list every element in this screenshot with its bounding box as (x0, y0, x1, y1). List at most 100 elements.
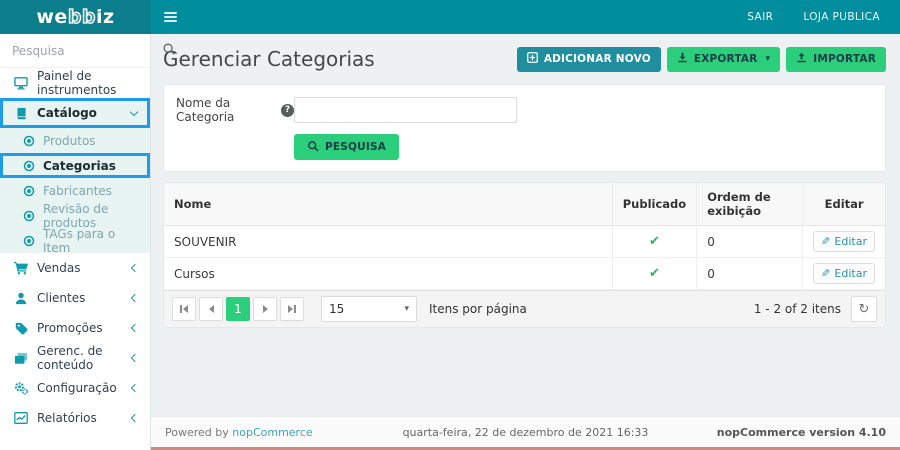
sidebar: Painel de instrumentos Catálogo Produtos… (0, 34, 151, 450)
footer: quarta-feira, 22 de dezembro de 2021 16:… (151, 416, 900, 447)
dot-circle-icon (22, 210, 35, 222)
dot-circle-icon (22, 135, 35, 147)
logo-text-iz: iz (96, 6, 115, 28)
edit-button[interactable]: ✎Editar (813, 231, 875, 252)
sidebar-item-configuracao[interactable]: Configuração (0, 373, 150, 403)
catalog-group: Catálogo Produtos Categorias Fabricantes (0, 98, 150, 253)
search-icon (162, 42, 176, 60)
sidebar-item-label: Catálogo (37, 106, 97, 120)
chevron-left-icon (131, 324, 139, 332)
sidebar-item-relatorios[interactable]: Relatórios (0, 403, 150, 433)
download-icon (677, 52, 688, 66)
chevron-left-icon (131, 354, 139, 362)
main-content: Gerenciar Categorias ADICIONAR NOVO EXPO… (151, 34, 900, 450)
search-label: PESQUISA (325, 141, 386, 153)
search-panel: Nome da Categoria ? PESQUISA (163, 84, 886, 172)
caret-down-icon[interactable]: ▾ (766, 54, 771, 64)
sidebar-item-promocoes[interactable]: Promoções (0, 313, 150, 343)
sidebar-item-categorias[interactable]: Categorias (0, 153, 150, 178)
cart-icon (13, 261, 29, 275)
top-bar: webbiz SAIR LOJA PUBLICA (0, 0, 900, 34)
col-header-editar[interactable]: Editar (803, 183, 885, 226)
refresh-button[interactable]: ↻ (851, 296, 877, 322)
hamburger-menu-icon[interactable] (151, 0, 177, 34)
add-new-label: ADICIONAR NOVO (544, 53, 651, 65)
nopcommerce-link[interactable]: nopCommerce (232, 426, 312, 439)
pencil-icon: ✎ (821, 235, 830, 248)
col-header-ordem[interactable]: Ordem de exibição (697, 183, 803, 226)
table-row: SOUVENIR ✔ 0 ✎Editar (164, 226, 885, 258)
plus-square-icon (527, 52, 538, 66)
top-nav: SAIR LOJA PUBLICA (747, 0, 900, 34)
sidebar-item-label: Revisão de produtos (43, 202, 140, 230)
sidebar-item-fabricantes[interactable]: Fabricantes (0, 178, 150, 203)
public-store-link[interactable]: LOJA PUBLICA (803, 11, 880, 23)
help-icon[interactable]: ? (281, 104, 294, 117)
sidebar-search-input[interactable] (12, 44, 162, 58)
sidebar-item-revisao-de-produtos[interactable]: Revisão de produtos (0, 203, 150, 228)
sidebar-item-clientes[interactable]: Clientes (0, 283, 150, 313)
content-stack-icon (13, 352, 29, 365)
category-name-input[interactable] (294, 97, 517, 123)
sidebar-item-label: Vendas (37, 261, 81, 275)
last-page-button[interactable] (280, 297, 304, 321)
sidebar-item-label: Clientes (37, 291, 85, 305)
logout-link[interactable]: SAIR (747, 11, 773, 23)
cell-display-order: 0 (697, 258, 803, 290)
cell-display-order: 0 (697, 226, 803, 258)
sidebar-item-label: Promoções (37, 321, 103, 335)
sidebar-item-label: Configuração (37, 381, 117, 395)
import-button[interactable]: IMPORTAR (786, 47, 886, 72)
dot-circle-icon (22, 160, 35, 172)
sidebar-item-label: Categorias (43, 159, 116, 173)
line-chart-icon (13, 412, 29, 424)
sidebar-item-label: Gerenc. de conteúdo (37, 344, 124, 372)
search-button[interactable]: PESQUISA (294, 134, 399, 160)
col-header-nome[interactable]: Nome (164, 183, 612, 226)
pencil-icon: ✎ (821, 267, 830, 280)
caret-down-icon: ▾ (404, 304, 409, 314)
items-per-page-label: Itens por página (429, 302, 527, 316)
previous-page-button[interactable] (199, 297, 223, 321)
edit-button[interactable]: ✎Editar (813, 263, 875, 284)
first-page-button[interactable] (172, 297, 196, 321)
published-check-icon: ✔ (612, 226, 696, 258)
published-check-icon: ✔ (612, 258, 696, 290)
powered-by: Powered by nopCommerce (165, 426, 313, 439)
tag-icon (13, 322, 29, 335)
categories-table-panel: Nome Publicado Ordem de exibição Editar … (163, 182, 886, 328)
sidebar-item-label: Painel de instrumentos (37, 69, 140, 97)
sidebar-item-produtos[interactable]: Produtos (0, 128, 150, 153)
logo[interactable]: webbiz (0, 0, 151, 34)
category-name-label: Nome da Categoria ? (176, 96, 294, 124)
import-label: IMPORTAR (813, 53, 876, 65)
export-button[interactable]: EXPORTAR ▾ (667, 47, 780, 72)
sidebar-item-label: Fabricantes (43, 184, 112, 198)
sidebar-item-catalog[interactable]: Catálogo (0, 98, 150, 128)
dot-circle-icon (22, 235, 35, 247)
items-range-label: 1 - 2 of 2 itens (754, 302, 841, 316)
sidebar-item-vendas[interactable]: Vendas (0, 253, 150, 283)
chevron-left-icon (131, 264, 139, 272)
next-page-button[interactable] (253, 297, 277, 321)
table-header-row: Nome Publicado Ordem de exibição Editar (164, 183, 885, 226)
user-icon (13, 292, 29, 305)
page-1-button[interactable]: 1 (226, 297, 250, 321)
chevron-down-icon (130, 107, 138, 115)
page-size-select[interactable]: 15 ▾ (321, 296, 417, 322)
chevron-left-icon (131, 414, 139, 422)
sidebar-item-label: Produtos (43, 134, 96, 148)
pagination-bar: 1 15 ▾ Itens por página 1 - 2 of 2 itens… (164, 290, 885, 327)
col-header-publicado[interactable]: Publicado (612, 183, 696, 226)
sidebar-item-dashboard[interactable]: Painel de instrumentos (0, 68, 150, 98)
sidebar-item-tags[interactable]: TAGs para o Item (0, 228, 150, 253)
export-label: EXPORTAR (694, 53, 758, 65)
dot-circle-icon (22, 185, 35, 197)
categories-table: Nome Publicado Ordem de exibição Editar … (164, 183, 885, 290)
header-buttons: ADICIONAR NOVO EXPORTAR ▾ IMPORTAR (517, 47, 886, 72)
page-title: Gerenciar Categorias (163, 47, 375, 71)
version-label: nopCommerce version 4.10 (717, 426, 886, 439)
add-new-button[interactable]: ADICIONAR NOVO (517, 47, 661, 72)
sidebar-item-gerenc-conteudo[interactable]: Gerenc. de conteúdo (0, 343, 150, 373)
sidebar-item-label: Relatórios (37, 411, 97, 425)
